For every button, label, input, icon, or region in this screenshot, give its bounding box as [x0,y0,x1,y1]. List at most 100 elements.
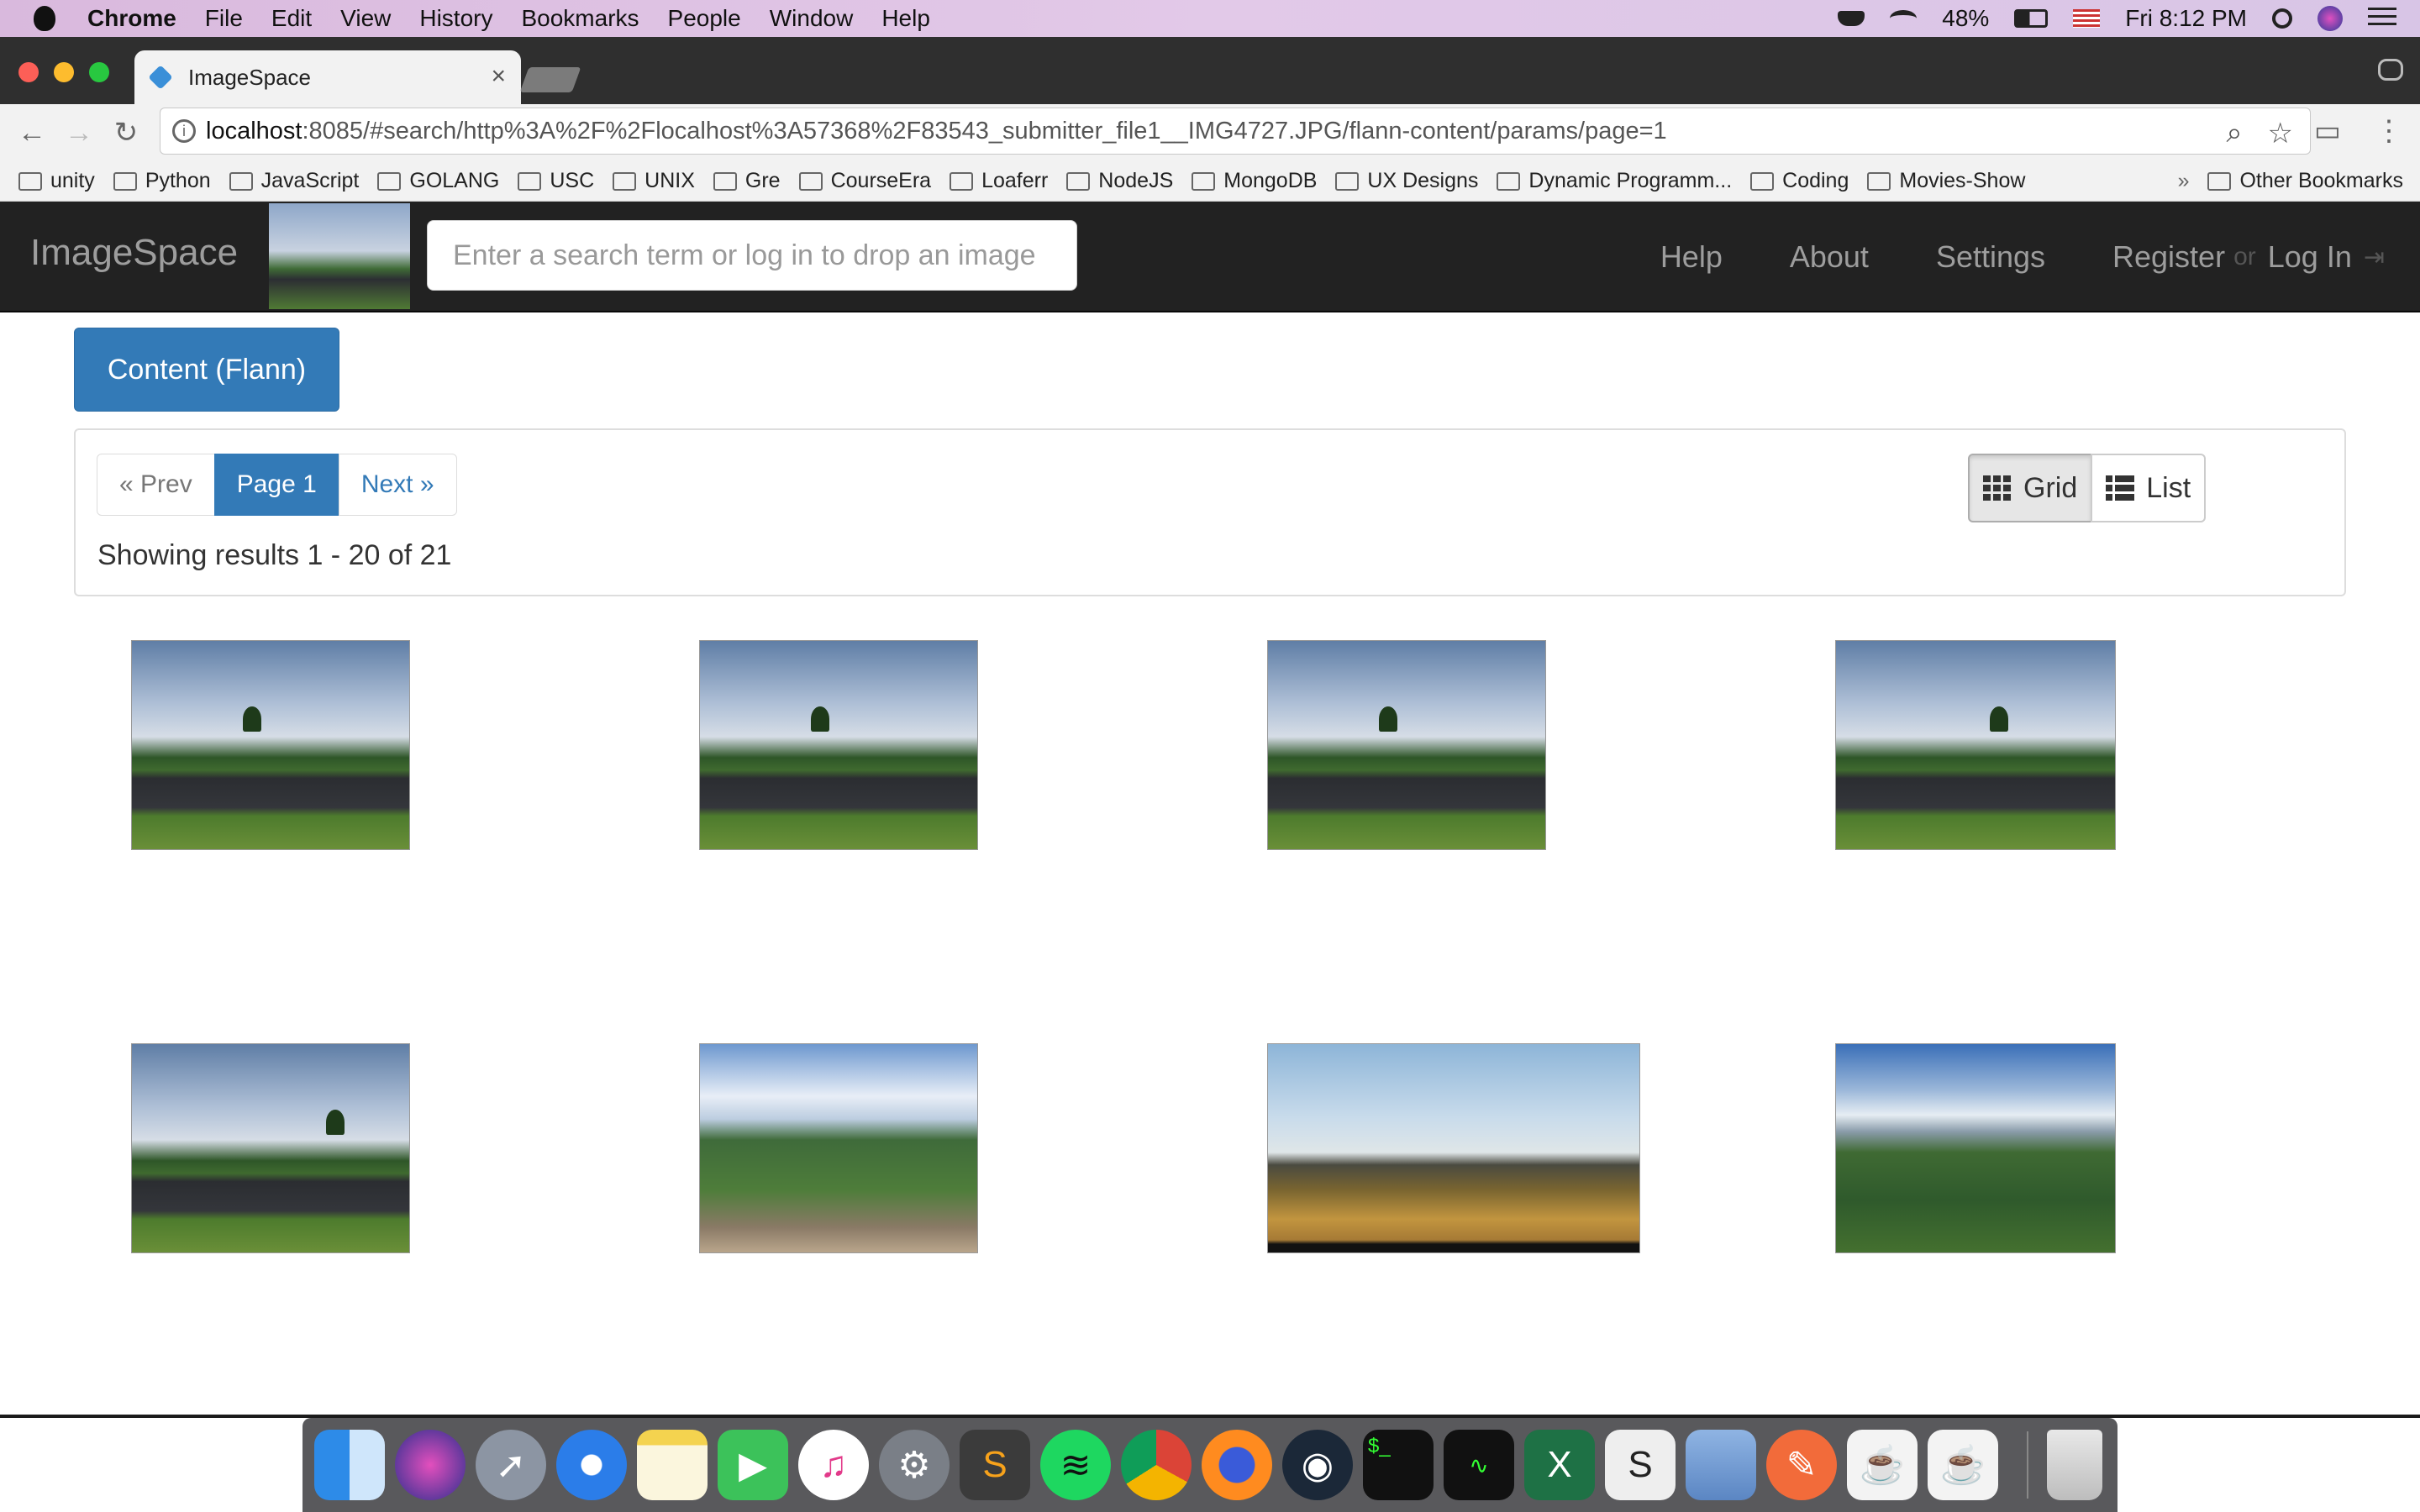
bookmark-folder[interactable]: CourseEra [798,169,931,193]
result-image[interactable] [699,640,978,850]
brand-logo-text[interactable]: ImageSpace [30,232,238,274]
forward-arrow-icon[interactable]: → [55,117,103,150]
bookmark-folder[interactable]: USC [518,169,594,193]
menu-view[interactable]: View [340,5,391,32]
battery-icon[interactable] [2014,9,2049,28]
bookmark-folder[interactable]: JavaScript [229,169,359,193]
launchpad-icon[interactable]: ➚ [476,1430,546,1500]
bookmark-folder[interactable]: Gre [713,169,781,193]
folder-icon [798,171,823,191]
prev-page-button[interactable]: « Prev [97,454,215,516]
terminal-icon[interactable]: $_ [1363,1430,1434,1500]
bookmark-star-icon[interactable]: ☆ [2268,117,2293,150]
docker-icon[interactable] [1838,11,1865,26]
address-bar[interactable]: i localhost :8085/#search/http%3A%2F%2Fl… [160,108,2311,155]
finder-icon[interactable] [314,1430,385,1500]
bookmark-folder[interactable]: MongoDB [1192,169,1317,193]
siri-menubar-icon[interactable] [2317,6,2343,31]
menu-help[interactable]: Help [881,5,930,32]
login-link[interactable]: Log In [2268,239,2352,275]
sublime-s-icon[interactable]: S [1605,1430,1676,1500]
close-window-button[interactable] [18,62,39,82]
bookmark-folder[interactable]: NodeJS [1066,169,1173,193]
register-link[interactable]: Register [2112,239,2225,275]
result-image[interactable] [1267,640,1546,850]
current-page-button[interactable]: Page 1 [213,454,339,516]
steam-icon[interactable]: ◉ [1282,1430,1353,1500]
bookmark-folder[interactable]: Python [113,169,211,193]
siri-icon[interactable] [395,1430,466,1500]
result-image[interactable] [1835,1043,2116,1253]
bookmark-folder[interactable]: Coding [1750,169,1849,193]
bookmark-folder[interactable]: Loaferr [950,169,1048,193]
notes-icon[interactable] [637,1430,708,1500]
java-icon[interactable]: ☕ [1847,1430,1918,1500]
folder-icon [1867,171,1891,191]
bookmark-folder[interactable]: GOLANG [377,169,499,193]
menu-edit[interactable]: Edit [271,5,312,32]
maximize-window-button[interactable] [89,62,109,82]
nav-help-link[interactable]: Help [1660,239,1723,275]
chrome-menu-icon[interactable]: ⋮ [2375,114,2403,148]
result-image[interactable] [131,640,410,850]
query-image-thumbnail[interactable] [269,203,410,309]
menu-history[interactable]: History [419,5,492,32]
result-image[interactable] [131,1043,410,1253]
nav-about-link[interactable]: About [1790,239,1869,275]
excel-icon[interactable]: X [1524,1430,1595,1500]
spotify-icon[interactable]: ≋ [1040,1430,1111,1500]
app-navbar: ImageSpace Help About Settings Register … [0,202,2420,312]
wifi-icon[interactable] [1890,10,1918,27]
trash-icon[interactable] [2047,1430,2102,1500]
tab-close-icon[interactable]: × [491,62,506,91]
apple-icon[interactable] [34,6,55,31]
nav-settings-link[interactable]: Settings [1936,239,2045,275]
result-image[interactable] [1267,1043,1640,1253]
battery-percent[interactable]: 48% [1942,5,1989,32]
us-flag-icon[interactable] [2073,9,2101,28]
back-arrow-icon[interactable]: ← [8,117,55,150]
folder-icon [1750,171,1775,191]
system-preferences-icon[interactable]: ⚙ [879,1430,950,1500]
search-input[interactable] [427,220,1077,291]
next-page-button[interactable]: Next » [338,454,457,516]
java-icon[interactable]: ☕ [1928,1430,1998,1500]
site-info-icon[interactable]: i [172,119,196,143]
notification-center-icon[interactable] [2368,8,2396,29]
bookmark-folder[interactable]: UX Designs [1335,169,1478,193]
zoom-icon[interactable]: ⌕ [2226,117,2242,150]
grid-view-button[interactable]: Grid [1968,454,2093,522]
safari-icon[interactable] [556,1430,627,1500]
sublime-text-icon[interactable]: S [960,1430,1030,1500]
bookmark-folder[interactable]: UNIX [613,169,695,193]
bookmark-folder[interactable]: unity [18,169,95,193]
bookmarks-overflow[interactable]: » Other Bookmarks [2178,169,2403,193]
new-tab-button[interactable] [519,67,581,92]
menu-app-name[interactable]: Chrome [87,5,176,32]
bookmark-folder[interactable]: Dynamic Programm... [1497,169,1732,193]
firefox-icon[interactable] [1202,1430,1272,1500]
list-view-button[interactable]: List [2091,454,2207,522]
postman-icon[interactable]: ✎ [1766,1430,1837,1500]
profile-icon[interactable] [2378,59,2403,81]
result-image[interactable] [1835,640,2116,850]
activity-monitor-icon[interactable]: ∿ [1444,1430,1514,1500]
menubar-clock[interactable]: Fri 8:12 PM [2125,5,2247,32]
spotlight-icon[interactable] [2272,8,2292,29]
menu-file[interactable]: File [205,5,243,32]
facetime-icon[interactable]: ▶ [718,1430,788,1500]
tab-imagespace[interactable]: ImageSpace × [134,50,521,104]
minimize-window-button[interactable] [54,62,74,82]
reload-icon[interactable]: ↻ [103,116,150,150]
preview-icon[interactable] [1686,1430,1756,1500]
content-flann-button[interactable]: Content (Flann) [74,328,339,412]
menu-people[interactable]: People [668,5,741,32]
menu-bookmarks[interactable]: Bookmarks [521,5,639,32]
result-image[interactable] [699,1043,978,1253]
itunes-icon[interactable]: ♫ [798,1430,869,1500]
folder-icon [229,171,253,191]
cast-icon[interactable]: ▭ [2314,114,2341,148]
bookmark-folder[interactable]: Movies-Show [1867,169,2025,193]
menu-window[interactable]: Window [770,5,854,32]
chrome-icon[interactable] [1121,1430,1192,1500]
